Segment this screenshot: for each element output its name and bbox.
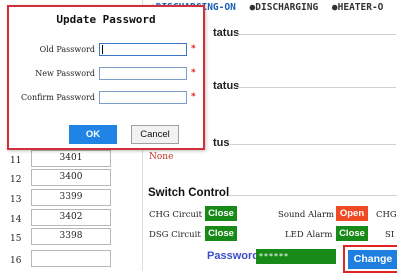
confirm-password-required-marker: * xyxy=(191,92,196,102)
cell-index: 13 xyxy=(10,195,22,205)
old-password-input[interactable] xyxy=(99,43,187,56)
dsg-circuit-label: DSG Circuit xyxy=(149,230,201,240)
status-panel-3-value: None xyxy=(149,152,174,162)
panel-2-rule xyxy=(236,87,396,88)
cell-row: 13 3399 xyxy=(0,189,135,208)
new-password-label: New Password xyxy=(35,69,95,78)
cell-value-field[interactable]: 3398 xyxy=(31,228,111,245)
chg-extra-label: CHG I xyxy=(376,210,397,220)
text-caret xyxy=(102,45,103,54)
led-alarm-close-button[interactable]: Close xyxy=(336,226,368,241)
cell-row: 14 3402 xyxy=(0,209,135,228)
new-password-required-marker: * xyxy=(191,68,196,78)
change-password-button[interactable]: Change xyxy=(348,250,397,269)
cell-row: 15 3398 xyxy=(0,228,135,247)
cell-value-field[interactable]: 3400 xyxy=(31,169,111,186)
update-password-dialog: Update Password Old Password * New Passw… xyxy=(7,5,205,150)
status-heater: ●HEATER-O xyxy=(331,2,384,13)
cell-index: 12 xyxy=(10,175,22,185)
old-password-required-marker: * xyxy=(191,44,196,54)
panel-1-rule xyxy=(236,34,396,35)
chg-circuit-close-button[interactable]: Close xyxy=(205,206,237,221)
dsg-extra-label: SI xyxy=(385,230,395,240)
cell-index: 16 xyxy=(10,256,22,266)
ok-button[interactable]: OK xyxy=(69,125,117,144)
confirm-password-label: Confirm Password xyxy=(21,93,95,102)
chg-circuit-label: CHG Circuit xyxy=(149,210,203,220)
cell-value-field[interactable]: 3402 xyxy=(31,209,111,226)
switch-control-rule xyxy=(229,195,397,196)
dsg-circuit-close-button[interactable]: Close xyxy=(205,226,237,241)
cell-row: 12 3400 xyxy=(0,169,135,188)
cell-index: 15 xyxy=(10,234,22,244)
status-panel-1-title: tatus xyxy=(213,27,240,39)
cell-row: 16 xyxy=(0,250,135,269)
dialog-title: Update Password xyxy=(56,13,156,26)
password-label: Password xyxy=(207,250,259,262)
sound-alarm-label: Sound Alarm xyxy=(278,210,335,220)
status-panel-3-title: tus xyxy=(213,137,230,149)
cell-value-field[interactable]: 3401 xyxy=(31,150,111,167)
cancel-button[interactable]: Cancel xyxy=(131,125,179,144)
cell-index: 14 xyxy=(10,215,22,225)
cell-index: 11 xyxy=(10,156,22,166)
password-field[interactable]: ****** xyxy=(256,249,336,264)
old-password-label: Old Password xyxy=(39,45,95,54)
cell-value-field[interactable]: 3399 xyxy=(31,189,111,206)
status-panel-2-title: tatus xyxy=(213,80,240,92)
panel-3-rule xyxy=(230,144,396,145)
cell-row: 11 3401 xyxy=(0,150,135,169)
cell-value-field[interactable] xyxy=(31,250,111,267)
status-discharging: ●DISCHARGING xyxy=(249,2,319,13)
confirm-password-input[interactable] xyxy=(99,91,187,104)
new-password-input[interactable] xyxy=(99,67,187,80)
switch-control-title: Switch Control xyxy=(148,187,230,199)
led-alarm-label: LED Alarm xyxy=(285,230,333,240)
sound-alarm-open-button[interactable]: Open xyxy=(336,206,368,221)
